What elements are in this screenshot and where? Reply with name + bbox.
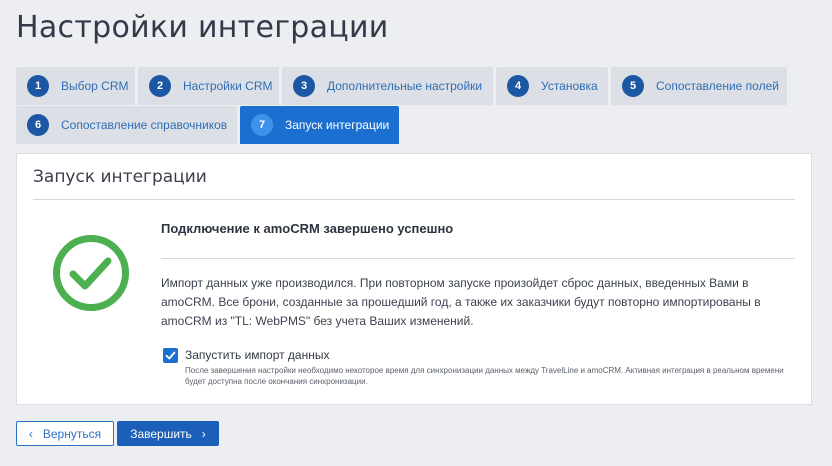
import-warning-text: Импорт данных уже производился. При повт… [161,276,761,328]
tab-label: Запуск интеграции [285,118,390,132]
tab-label: Настройки CRM [183,79,273,93]
back-button-label: Вернуться [42,426,102,441]
step-number-badge: 1 [27,75,49,97]
step-number-badge: 6 [27,114,49,136]
page-title: Настройки интеграции [16,10,389,45]
tab-installation[interactable]: 4 Установка [496,67,608,105]
tab-label: Установка [541,79,598,93]
chevron-right-icon: › [201,426,206,441]
start-import-label[interactable]: Запустить импорт данных [185,348,330,362]
finish-button-label: Завершить [130,426,192,441]
tab-label: Дополнительные настройки [327,79,483,93]
tab-label: Сопоставление полей [656,79,779,93]
tab-crm-settings[interactable]: 2 Настройки CRM [138,67,279,105]
tab-label: Сопоставление справочников [61,118,228,132]
back-button[interactable]: ‹ Вернуться [16,421,114,446]
divider [33,199,795,200]
step-number-badge: 4 [507,75,529,97]
step-number-badge: 5 [622,75,644,97]
checkmark-icon [165,351,176,360]
tab-field-mapping[interactable]: 5 Сопоставление полей [611,67,787,105]
chevron-left-icon: ‹ [28,426,33,441]
divider [161,258,795,259]
success-check-icon [51,233,131,313]
tab-additional-settings[interactable]: 3 Дополнительные настройки [282,67,493,105]
success-title: Подключение к amoCRM завершено успешно [161,221,454,236]
finish-button[interactable]: Завершить › [117,421,219,446]
tab-launch-integration[interactable]: 7 Запуск интеграции [240,106,399,144]
start-import-checkbox[interactable] [163,348,178,363]
step-number-badge: 7 [251,114,273,136]
step-number-badge: 2 [149,75,171,97]
tab-crm-selection[interactable]: 1 Выбор CRM [16,67,135,105]
step-number-badge: 3 [293,75,315,97]
launch-integration-panel: Запуск интеграции Подключение к amoCRM з… [16,153,812,405]
sync-note: После завершения настройки необходимо не… [185,366,784,386]
tab-label: Выбор CRM [61,79,129,93]
tab-reference-mapping[interactable]: 6 Сопоставление справочников [16,106,237,144]
panel-title: Запуск интеграции [33,167,207,187]
